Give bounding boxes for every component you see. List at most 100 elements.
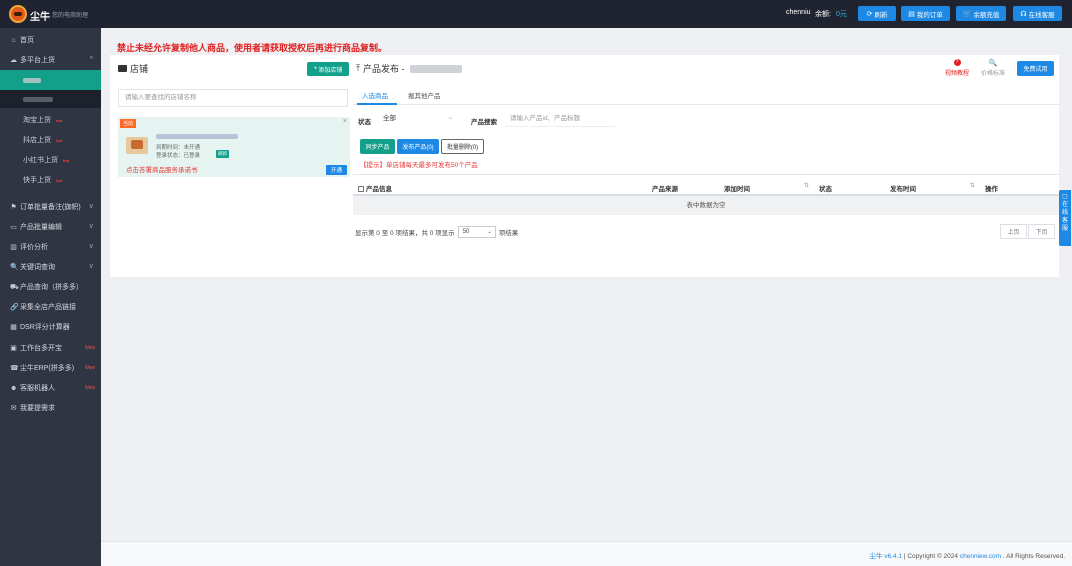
batch-delete-button[interactable]: 批量删除(0)	[441, 139, 484, 154]
video-tutorial-button[interactable]: ? 视频教程	[940, 59, 974, 77]
brand-slogan: 您的电商助理	[52, 13, 89, 19]
balance-value: 0元	[836, 11, 847, 18]
shop-search-input[interactable]: 请输入要查找的店铺名称	[118, 89, 348, 107]
chevron-down-icon: ⌄	[447, 115, 453, 121]
publish-limit-tip: 【提示】单店铺每天最多可发布50个产品	[360, 162, 478, 169]
headset-icon: ☊	[1020, 10, 1027, 18]
blurred-label	[23, 96, 53, 102]
phone-icon: ☎	[10, 365, 19, 372]
sidebar-item-keyword-query[interactable]: 🔍 关键词查询 v	[0, 257, 101, 277]
status-filter-label: 状态	[358, 119, 371, 126]
shop-avatar	[126, 137, 148, 154]
sidebar-item-feedback[interactable]: ✉ 我要提需求	[0, 398, 101, 418]
chart-icon: ▥	[10, 244, 17, 251]
sidebar-subitem-kuaishou[interactable]: 快手上货 hot	[0, 170, 101, 190]
price-standard-button[interactable]: 🔍 价格标准	[977, 59, 1009, 77]
page-footer: 尘牛 v6.4.1 | Copyright © 2024 chenniew.co…	[101, 541, 1072, 566]
domain-link[interactable]: chenniew.com	[960, 553, 1001, 560]
new-badge: New	[84, 385, 95, 391]
shop-panel-title-text: 店铺	[130, 64, 149, 74]
sync-products-button[interactable]: 同步产品	[360, 139, 395, 154]
sidebar-item-label: 评价分析	[20, 244, 48, 251]
home-icon: ⌂	[11, 36, 16, 44]
shop-card[interactable]: 当前 × 到期时间：未开通 登录状态：已登录 刷新 点击答署商品服务承诺书 开通	[118, 117, 350, 177]
column-publish-time[interactable]: 发布时间	[890, 183, 916, 193]
refresh-button-label: 刷新	[874, 11, 888, 19]
sidebar-item-label: 采集全店产品链接	[20, 304, 76, 311]
sidebar-subitem-active[interactable]	[0, 70, 101, 90]
online-service-button[interactable]: ☊ 在线客服	[1013, 6, 1062, 21]
truck-icon: ⛟	[10, 283, 19, 291]
chevron-down-icon: ⌄	[487, 229, 492, 235]
envelope-icon: ✉	[10, 405, 17, 412]
recharge-button[interactable]: 🛒 余额充值	[956, 6, 1006, 21]
sidebar-item-erp[interactable]: ☎ 尘牛ERP(拼多多) New	[0, 358, 101, 378]
active-tab-indicator	[357, 103, 397, 105]
sidebar-subitem-taobao[interactable]: 淘宝上货 hot	[0, 110, 101, 130]
select-all-checkbox[interactable]	[358, 186, 364, 192]
sidebar-item-label: 抖店上货	[23, 137, 51, 144]
column-product-source[interactable]: 产品来源	[652, 183, 678, 193]
sidebar-item-product-query[interactable]: ⛟ 产品查询（拼多多）	[0, 277, 101, 297]
sidebar-item-multi-platform[interactable]: ☁ 多平台上货 ^	[0, 50, 101, 70]
tab-other-products[interactable]: 搬其他产品	[408, 90, 441, 100]
copyright-text: | Copyright © 2024	[903, 553, 959, 560]
version-text: 尘牛 v6.4.1	[869, 553, 903, 560]
video-tutorial-label: 视频教程	[944, 71, 969, 77]
sidebar-subitem-xiaohongshu[interactable]: 小红书上货 hot	[0, 150, 101, 170]
copyright: 尘牛 v6.4.1 | Copyright © 2024 chenniew.co…	[870, 550, 1065, 560]
sidebar-item-order-flag[interactable]: ⚑ 订单批量备注(旗帜) v	[0, 197, 101, 217]
my-orders-button-label: 我的订单	[916, 11, 943, 19]
robot-icon: ☻	[10, 384, 18, 392]
online-service-button-label: 在线客服	[1028, 11, 1055, 19]
add-shop-button[interactable]: + 添加店铺	[307, 62, 349, 76]
briefcase-icon: ▣	[10, 345, 17, 352]
calculator-icon: ▦	[10, 324, 17, 331]
sidebar-item-workbench[interactable]: ▣ 工作台多开宝 New	[0, 338, 101, 358]
column-product-info[interactable]: 产品信息	[358, 183, 392, 193]
refresh-login-button[interactable]: 刷新	[216, 150, 229, 158]
floating-service-button[interactable]: ▢ 在线客服	[1059, 190, 1071, 246]
free-trial-button[interactable]: 免费试用	[1017, 61, 1054, 76]
sidebar-subitem-douyin[interactable]: 抖店上货 hot	[0, 130, 101, 150]
column-status[interactable]: 状态	[819, 183, 832, 193]
floating-service-label: 在线客服	[1061, 202, 1068, 232]
sidebar-item-dsr-calculator[interactable]: ▦ DSR评分计算器	[0, 317, 101, 337]
shop-name-blurred	[410, 64, 463, 73]
sidebar-subitem-hidden[interactable]	[0, 90, 101, 108]
cloud-icon: ☁	[10, 57, 17, 64]
question-icon: ?	[953, 59, 961, 66]
sort-icon[interactable]: ⇅	[970, 182, 975, 189]
sidebar-item-chatbot[interactable]: ☻ 客服机器人 New	[0, 378, 101, 398]
status-filter-select[interactable]: 全部 ⌄	[379, 110, 457, 127]
sidebar-item-collect-links[interactable]: 🔗 采集全店产品链接	[0, 297, 101, 317]
prev-page-button[interactable]: 上页	[1000, 224, 1027, 239]
store-icon	[118, 65, 127, 72]
product-tabs: 入选商品 搬其他产品	[353, 85, 1059, 105]
service-agreement-link[interactable]: 点击答署商品服务承诺书	[126, 164, 198, 174]
sidebar-item-label: 产品批量编辑	[20, 224, 62, 231]
publish-products-button[interactable]: 发布产品(0)	[397, 139, 439, 154]
open-service-button[interactable]: 开通	[326, 165, 347, 175]
column-add-time[interactable]: 添加时间	[724, 183, 750, 193]
sort-icon[interactable]: ⇅	[804, 182, 809, 189]
new-badge: New	[84, 345, 95, 351]
copy-warning-notice: 禁止未经允许复制他人商品，使用者请获取授权后再进行商品复制。	[117, 43, 388, 53]
table-empty-message: 表中数据为空	[353, 196, 1059, 215]
sidebar-item-batch-edit[interactable]: ▭ 产品批量编辑 v	[0, 217, 101, 237]
upload-icon: ⤒	[356, 63, 360, 73]
sidebar-item-home[interactable]: ⌂ 首页	[0, 30, 101, 50]
logo-icon	[9, 5, 27, 23]
chat-icon: ▢	[1062, 194, 1068, 200]
sidebar-item-review-analysis[interactable]: ▥ 评价分析 v	[0, 237, 101, 257]
top-bar: 尘牛 您的电商助理 chenniu 余额: 0元 ⟳ 刷新 ▤ 我的订单 🛒 余…	[0, 0, 1072, 28]
close-icon[interactable]: ×	[343, 118, 347, 125]
chevron-down-icon: v	[89, 223, 94, 230]
tab-selected-products[interactable]: 入选商品	[362, 90, 388, 100]
my-orders-button[interactable]: ▤ 我的订单	[901, 6, 950, 21]
refresh-button[interactable]: ⟳ 刷新	[858, 6, 896, 21]
product-search-input[interactable]: 请输入产品id、产品标题	[505, 110, 615, 127]
shop-panel: 店铺 + 添加店铺 请输入要查找的店铺名称 当前 × 到期时间：未开通 登录状态…	[110, 55, 353, 277]
page-size-select[interactable]: 50 ⌄	[457, 226, 496, 238]
next-page-button[interactable]: 下页	[1028, 224, 1055, 239]
